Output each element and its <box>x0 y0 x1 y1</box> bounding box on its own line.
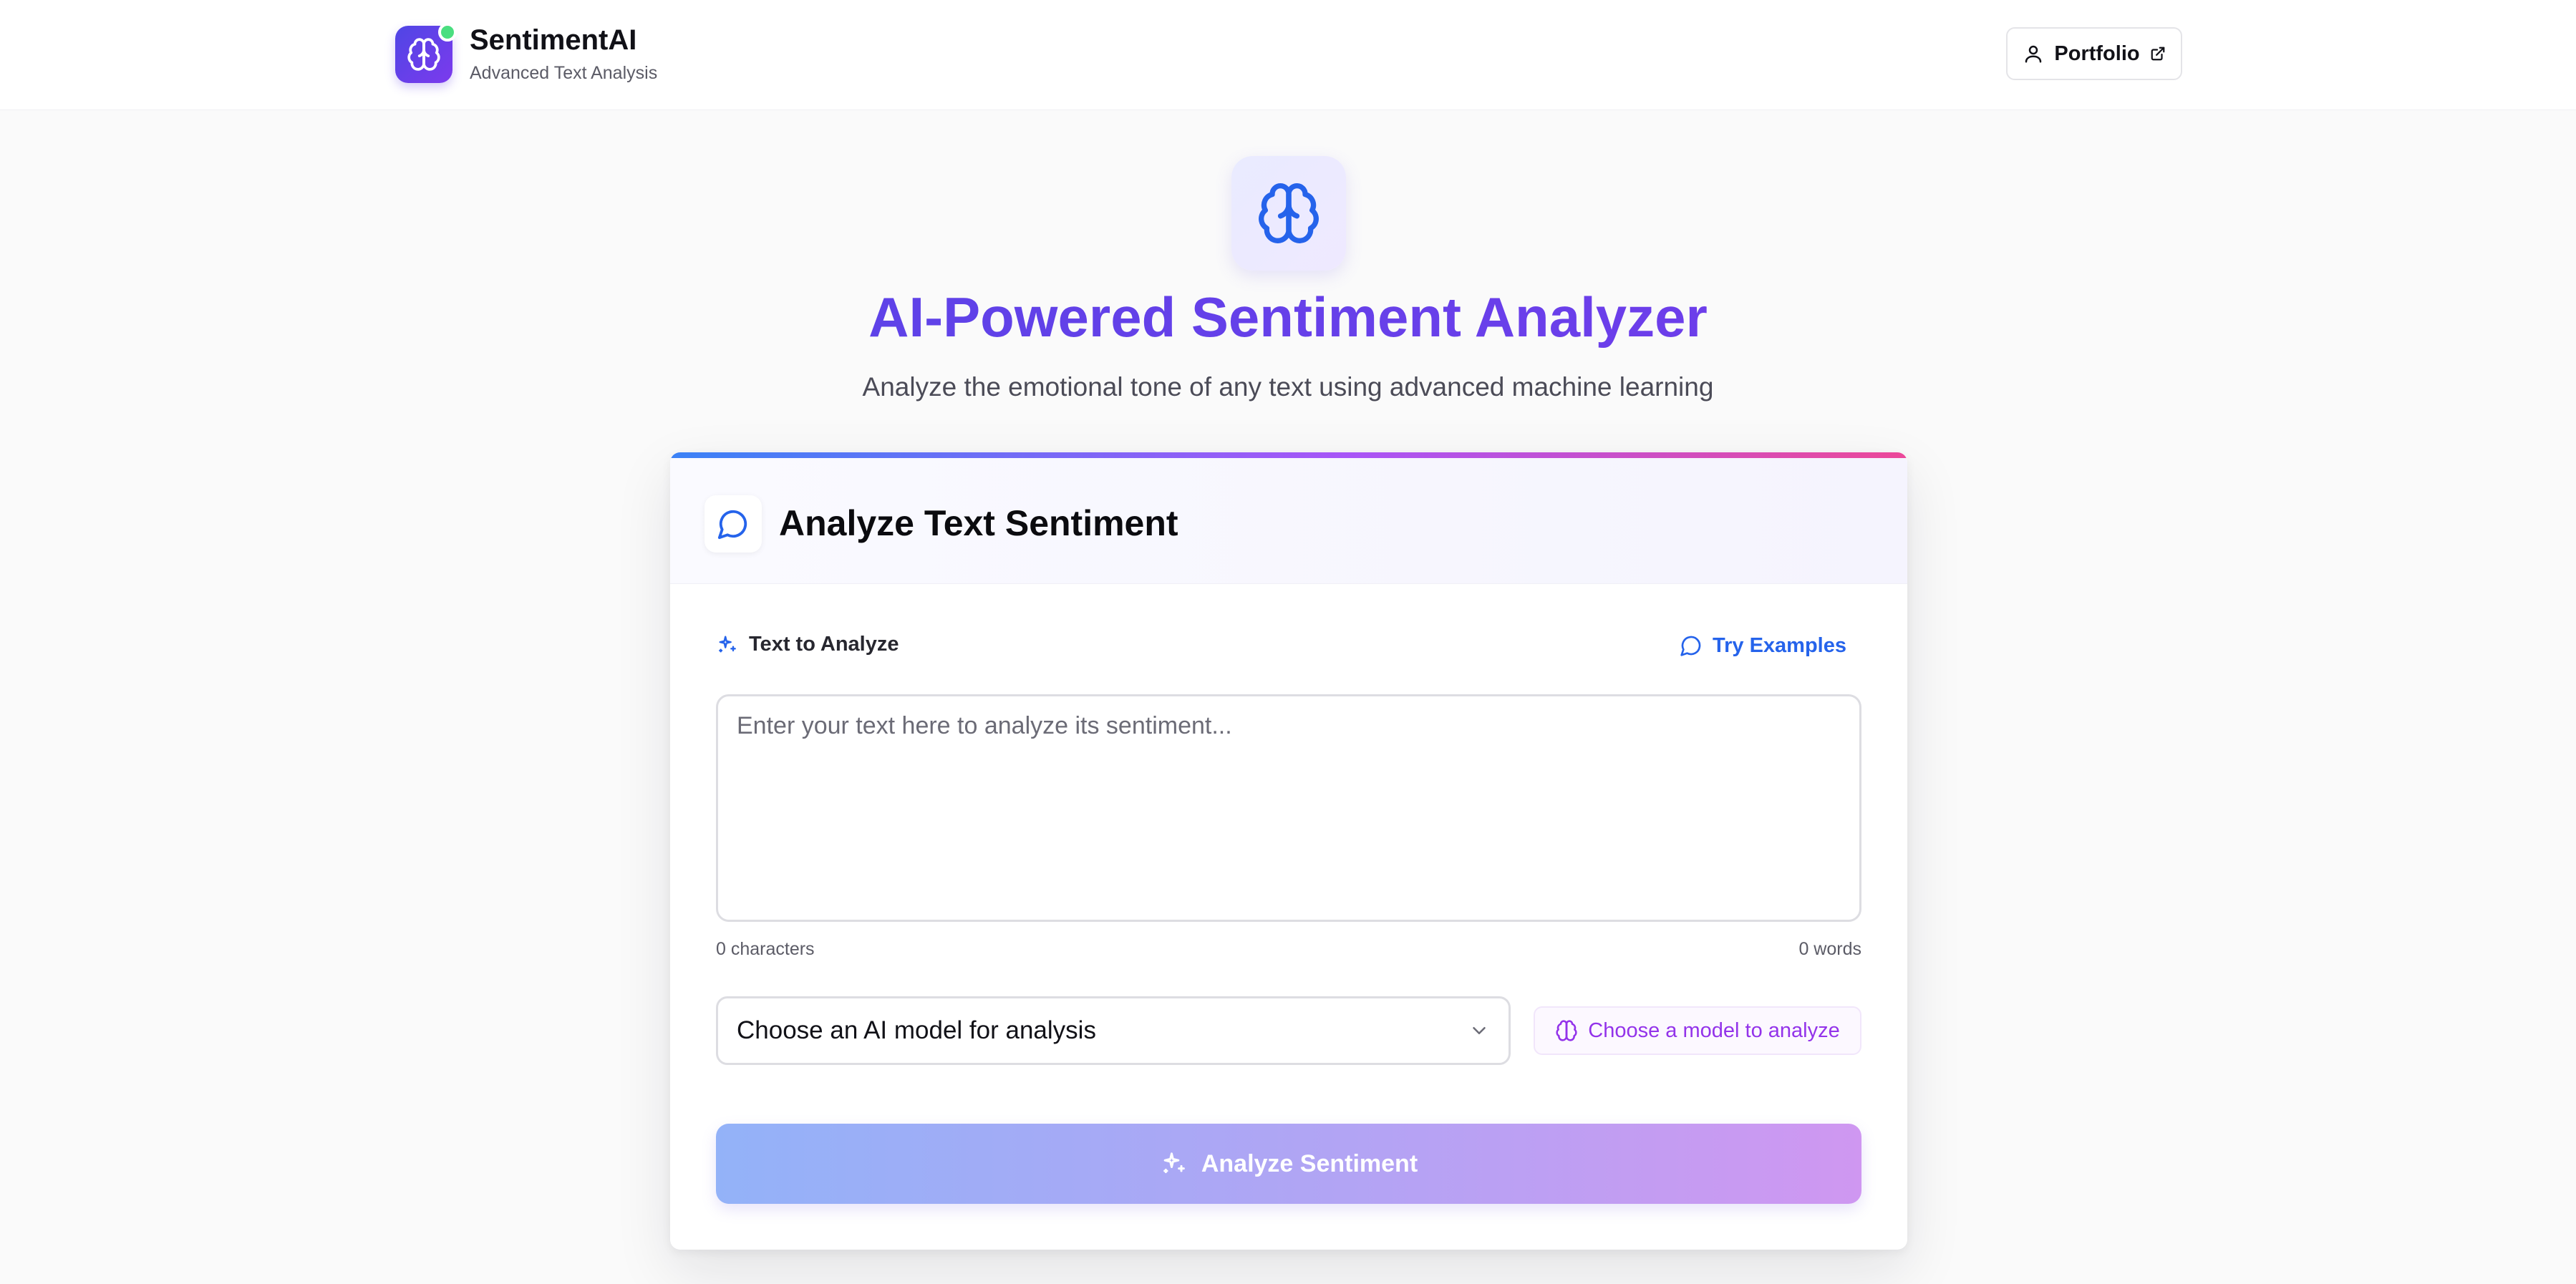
brain-icon <box>1259 183 1319 243</box>
analyze-sentiment-button[interactable]: Analyze Sentiment <box>716 1124 1861 1204</box>
page-subtitle: Analyze the emotional tone of any text u… <box>862 372 1714 402</box>
top-navigation-bar: SentimentAI Advanced Text Analysis Portf… <box>0 0 2576 110</box>
app-logo[interactable] <box>395 23 457 83</box>
model-hint-label: Choose a model to analyze <box>1588 1018 1840 1042</box>
model-hint-badge: Choose a model to analyze <box>1534 1006 1861 1055</box>
model-select-value: Choose an AI model for analysis <box>737 1016 1096 1044</box>
brand-name: SentimentAI <box>470 24 637 56</box>
word-count: 0 words <box>1798 939 1861 959</box>
card-header: Analyze Text Sentiment <box>670 458 1907 584</box>
card-header-icon-tile <box>704 495 762 553</box>
sparkles-icon <box>719 635 736 653</box>
character-count: 0 characters <box>716 939 815 959</box>
external-link-icon <box>2151 47 2164 61</box>
analyze-card: Analyze Text Sentiment Text to Analyze T… <box>670 452 1907 1250</box>
chevron-down-icon <box>1473 1027 1486 1034</box>
message-circle-icon <box>717 510 747 540</box>
user-icon <box>2025 45 2042 63</box>
message-circle-icon <box>1680 636 1701 656</box>
try-examples-label: Try Examples <box>1713 633 1846 657</box>
sparkles-icon <box>1163 1152 1185 1174</box>
text-input[interactable] <box>716 694 1861 922</box>
brain-icon <box>1556 1020 1577 1041</box>
text-field-label-row: Text to Analyze <box>716 633 899 656</box>
try-examples-button[interactable]: Try Examples <box>1680 627 1846 664</box>
hero-brain-tile <box>1231 156 1346 271</box>
brain-icon <box>407 38 440 71</box>
analyze-button-label: Analyze Sentiment <box>1201 1149 1418 1177</box>
model-select[interactable]: Choose an AI model for analysis <box>716 996 1511 1065</box>
page-title: AI-Powered Sentiment Analyzer <box>0 285 2576 350</box>
portfolio-button[interactable]: Portfolio <box>2006 27 2182 80</box>
text-field-label: Text to Analyze <box>749 633 899 656</box>
portfolio-label: Portfolio <box>2054 42 2140 65</box>
online-status-dot <box>438 23 457 42</box>
brand-subtitle: Advanced Text Analysis <box>470 63 658 83</box>
card-accent-bar <box>670 452 1907 458</box>
card-title: Analyze Text Sentiment <box>779 503 1178 543</box>
